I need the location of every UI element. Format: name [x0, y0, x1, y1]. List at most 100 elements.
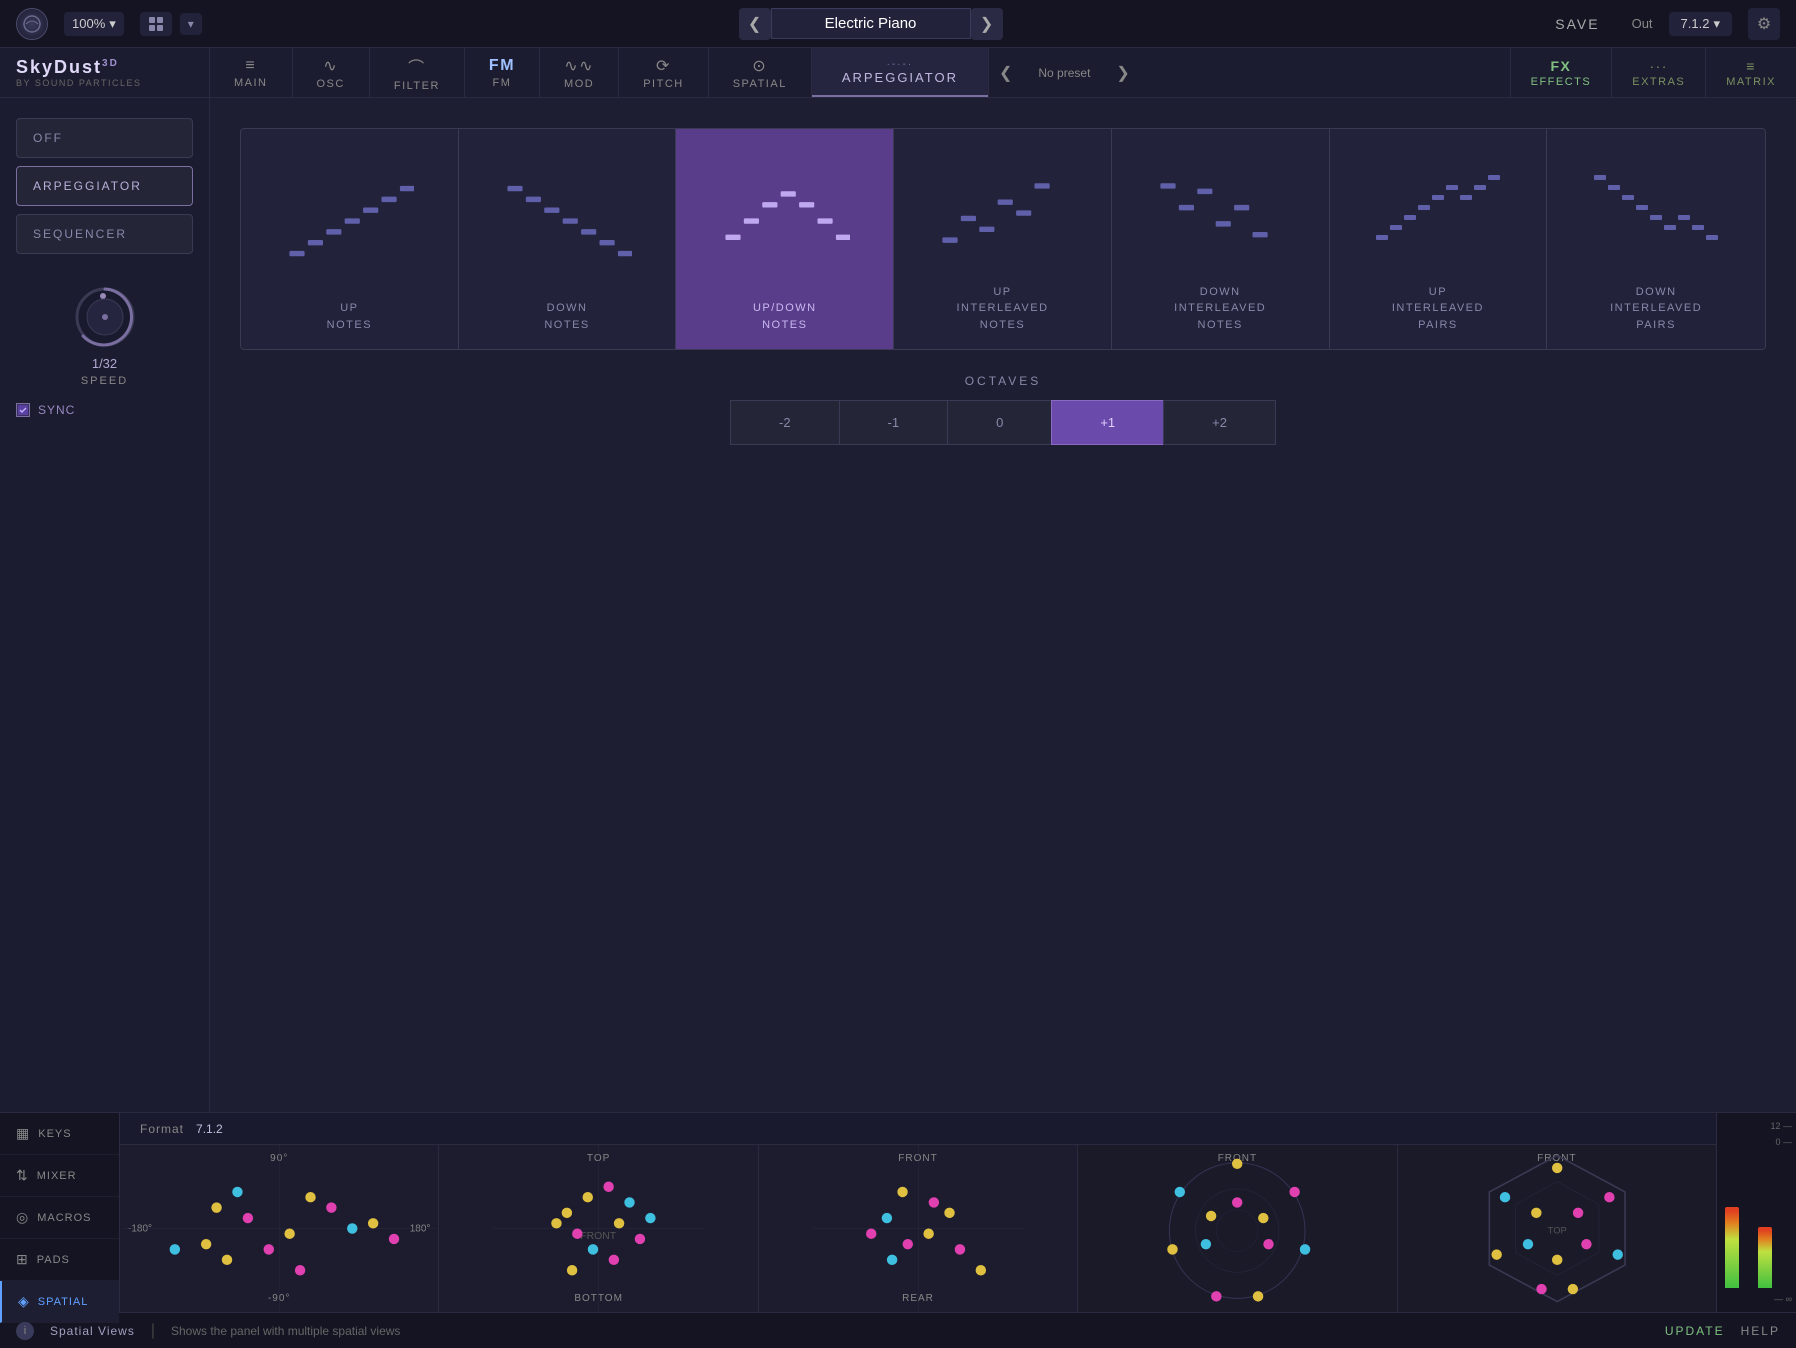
tab-spatial[interactable]: ⊙ SPATIAL — [709, 48, 812, 97]
pattern-down-interleaved-notes[interactable]: DOWNINTERLEAVEDNOTES — [1112, 129, 1330, 349]
octave-minus1-button[interactable]: -1 — [839, 400, 948, 445]
octave-plus2-button[interactable]: +2 — [1163, 400, 1276, 445]
spatial-view-4[interactable]: FRONT — [1078, 1145, 1397, 1312]
nav-mixer-label: MIXER — [37, 1170, 77, 1182]
pattern-down-interleaved-pairs[interactable]: DOWNINTERLEAVEDPAIRS — [1547, 129, 1765, 349]
tab-arpeggiator[interactable]: ·-·-· ARPEGGIATOR — [812, 48, 988, 97]
spatial-view-5[interactable]: FRONT TOP — [1398, 1145, 1716, 1312]
zoom-value: 100% — [72, 16, 105, 31]
up-notes-visual — [251, 149, 448, 288]
format-value: 7.1.2 — [196, 1122, 223, 1136]
nav-macros[interactable]: ◎ MACROS — [0, 1197, 119, 1239]
tab-filter[interactable]: ⌒ FILTER — [370, 48, 465, 97]
speed-label: SPEED — [81, 375, 128, 387]
out-value[interactable]: 7.1.2 ▾ — [1669, 12, 1732, 36]
up-notes-label: UPNOTES — [327, 300, 372, 333]
preset-nav: ❮ Electric Piano ❯ — [218, 8, 1523, 40]
nav-tabs: ≡ MAIN ∿ OSC ⌒ FILTER FM FM ∿∿ MOD ⟳ PIT… — [210, 48, 812, 97]
nav-spatial[interactable]: ◈ SPATIAL — [0, 1281, 119, 1323]
down-interleaved-pairs-visual — [1557, 149, 1755, 272]
up-interleaved-notes-label: UPINTERLEAVEDNOTES — [956, 284, 1048, 334]
octaves-buttons: -2 -1 0 +1 +2 — [730, 400, 1276, 445]
spatial-view-3[interactable]: FRONT REAR — [759, 1145, 1078, 1312]
down-interleaved-notes-visual — [1122, 149, 1319, 272]
right-content: UPNOTES D — [210, 98, 1796, 1112]
main-icon: ≡ — [245, 57, 256, 75]
settings-icon[interactable]: ⚙ — [1748, 8, 1780, 40]
out-arrow-icon: ▾ — [1713, 16, 1720, 32]
spatial-view-2[interactable]: TOP BOTTOM FRONT — [439, 1145, 758, 1312]
info-icon: i — [16, 1322, 34, 1340]
next-preset-button[interactable]: ❯ — [971, 8, 1003, 40]
meter-inf-label: — ∞ — [1774, 1294, 1792, 1304]
brand-name: SkyDust3D — [16, 57, 193, 78]
nav-mixer[interactable]: ⇅ MIXER — [0, 1155, 119, 1197]
pattern-up-notes[interactable]: UPNOTES — [241, 129, 459, 349]
nav-keys[interactable]: ▦ KEYS — [0, 1113, 119, 1155]
keys-icon: ▦ — [16, 1125, 30, 1142]
octave-minus2-button[interactable]: -2 — [730, 400, 839, 445]
save-button[interactable]: SAVE — [1539, 10, 1615, 38]
speed-value: 1/32 — [92, 356, 117, 371]
tab-osc[interactable]: ∿ OSC — [293, 48, 370, 97]
mode-arpeggiator-button[interactable]: ARPEGGIATOR — [16, 166, 193, 206]
pads-icon: ⊞ — [16, 1251, 29, 1268]
osc-icon: ∿ — [323, 56, 338, 76]
up-interleaved-pairs-label: UPINTERLEAVEDPAIRS — [1392, 284, 1484, 334]
preset-name: Electric Piano — [771, 8, 971, 39]
nav-macros-label: MACROS — [37, 1212, 91, 1224]
logo-icon — [16, 8, 48, 40]
extras-icon: ··· — [1649, 58, 1668, 74]
arp-next-button[interactable]: ❯ — [1106, 48, 1139, 97]
tab-mod[interactable]: ∿∿ MOD — [540, 48, 619, 97]
spatial-nav-icon: ◈ — [18, 1293, 30, 1310]
pattern-updown-notes[interactable]: UP/DOWNNOTES — [676, 129, 894, 349]
nav-pads-label: PADS — [37, 1254, 70, 1266]
mode-sequencer-button[interactable]: SEQUENCER — [16, 214, 193, 254]
meter-bar-right — [1758, 1153, 1788, 1288]
meter-0-label: 0 — — [1775, 1137, 1792, 1147]
mixer-icon: ⇅ — [16, 1167, 29, 1184]
tab-extras[interactable]: ··· EXTRAS — [1611, 48, 1705, 97]
tab-effects[interactable]: FX EFFECTS — [1510, 48, 1612, 97]
nav-pads[interactable]: ⊞ PADS — [0, 1239, 119, 1281]
tab-matrix[interactable]: ≡ MATRIX — [1705, 48, 1796, 97]
grid-icon[interactable] — [140, 12, 172, 36]
octave-0-button[interactable]: 0 — [947, 400, 1051, 445]
tab-fm[interactable]: FM FM — [465, 48, 540, 97]
up-interleaved-notes-visual — [904, 149, 1101, 272]
updown-notes-visual — [686, 149, 883, 288]
macros-icon: ◎ — [16, 1209, 29, 1226]
down-interleaved-notes-label: DOWNINTERLEAVEDNOTES — [1174, 284, 1266, 334]
arp-prev-button[interactable]: ❮ — [989, 48, 1022, 97]
dropdown-arrow-icon[interactable]: ▾ — [180, 13, 202, 35]
zoom-control[interactable]: 100% ▾ — [64, 12, 124, 36]
tab-main[interactable]: ≡ MAIN — [210, 48, 293, 97]
spatial-view-1[interactable]: 90° -90° -180° 180° — [120, 1145, 439, 1312]
speed-knob[interactable] — [70, 282, 140, 352]
tab-pitch[interactable]: ⟳ PITCH — [619, 48, 709, 97]
tab-spatial-label: SPATIAL — [733, 78, 787, 90]
pattern-up-interleaved-notes[interactable]: UPINTERLEAVEDNOTES — [894, 129, 1112, 349]
pattern-down-notes[interactable]: DOWNNOTES — [459, 129, 677, 349]
format-bar: Format 7.1.2 — [120, 1113, 1716, 1145]
octave-plus1-button[interactable]: +1 — [1051, 400, 1163, 445]
tab-effects-label: EFFECTS — [1531, 76, 1592, 88]
down-interleaved-pairs-label: DOWNINTERLEAVEDPAIRS — [1610, 284, 1702, 334]
update-button[interactable]: UPDATE — [1665, 1324, 1725, 1338]
help-button[interactable]: HELP — [1741, 1324, 1780, 1338]
down-notes-visual — [469, 149, 666, 288]
spatial-section: Format 7.1.2 90° -90° -180° 180° — [120, 1113, 1716, 1312]
tab-mod-label: MOD — [564, 78, 594, 90]
tab-matrix-label: MATRIX — [1726, 76, 1776, 88]
sync-checkbox[interactable] — [16, 403, 30, 417]
tab-fm-label: FM — [493, 77, 512, 89]
mode-off-button[interactable]: OFF — [16, 118, 193, 158]
tab-filter-label: FILTER — [394, 80, 440, 92]
meter-12-label: 12 — — [1770, 1121, 1792, 1131]
octaves-label: OCTAVES — [965, 374, 1042, 388]
pattern-up-interleaved-pairs[interactable]: UPINTERLEAVEDPAIRS — [1330, 129, 1548, 349]
prev-preset-button[interactable]: ❮ — [739, 8, 771, 40]
tab-pitch-label: PITCH — [643, 78, 684, 90]
spatial-icon: ⊙ — [752, 56, 767, 76]
